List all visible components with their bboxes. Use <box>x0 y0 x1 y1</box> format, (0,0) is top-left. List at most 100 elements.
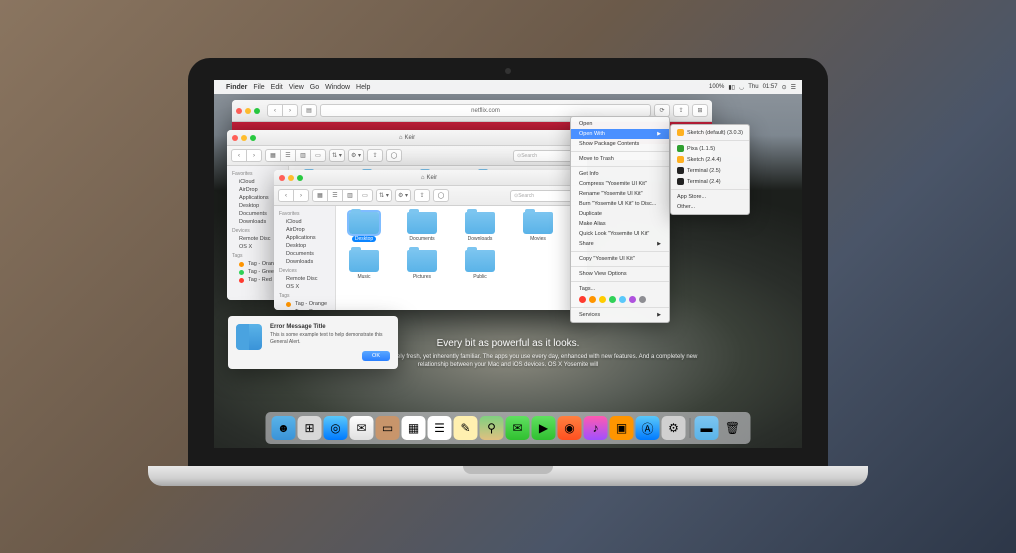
dock-photobooth-icon[interactable]: ◉ <box>558 416 582 440</box>
close-button[interactable] <box>279 175 285 181</box>
ctx-move-trash[interactable]: Move to Trash <box>571 154 669 164</box>
submenu-app[interactable]: Terminal (2.4) <box>671 176 749 187</box>
finder-content[interactable]: Desktop Documents Downloads Movies Music Pict… <box>336 206 584 310</box>
folder-desktop[interactable]: Desktop <box>342 212 386 242</box>
forward-button[interactable]: › <box>293 189 309 202</box>
menubar-time[interactable]: 01:57 <box>763 84 778 90</box>
tag-color-dot[interactable] <box>589 296 596 303</box>
notification-center-icon[interactable]: ☰ <box>791 84 796 91</box>
dock-folder-icon[interactable]: ▬ <box>695 416 719 440</box>
dock-launchpad-icon[interactable]: ⊞ <box>298 416 322 440</box>
tag-color-dot[interactable] <box>579 296 586 303</box>
share-button[interactable]: ⇪ <box>673 104 689 117</box>
view-column-button[interactable]: ▥ <box>295 149 311 162</box>
close-button[interactable] <box>236 108 242 114</box>
menu-edit[interactable]: Edit <box>271 84 283 91</box>
dock-messages-icon[interactable]: ✉ <box>506 416 530 440</box>
arrange-button[interactable]: ⇅ ▾ <box>376 189 392 202</box>
back-button[interactable]: ‹ <box>231 149 247 162</box>
submenu-app-store[interactable]: App Store... <box>671 192 749 202</box>
tag-color-dot[interactable] <box>639 296 646 303</box>
sidebar-item-downloads[interactable]: Downloads <box>274 258 335 266</box>
dock-appstore-icon[interactable]: Ⓐ <box>636 416 660 440</box>
arrange-button[interactable]: ⇅ ▾ <box>329 149 345 162</box>
battery-icon[interactable]: ▮▯ <box>728 84 735 91</box>
dock-notes-icon[interactable]: ✎ <box>454 416 478 440</box>
dock-itunes-icon[interactable]: ♪ <box>584 416 608 440</box>
sidebar-tag-orange[interactable]: Tag - Orange <box>274 300 335 308</box>
view-coverflow-button[interactable]: ▭ <box>310 149 326 162</box>
view-list-button[interactable]: ☰ <box>327 189 343 202</box>
forward-button[interactable]: › <box>246 149 262 162</box>
sidebar-toggle-button[interactable]: ▤ <box>301 104 317 117</box>
ok-button[interactable]: OK <box>362 351 390 361</box>
sidebar-item-airdrop[interactable]: AirDrop <box>274 226 335 234</box>
dock-contacts-icon[interactable]: ▭ <box>376 416 400 440</box>
sidebar-tag-green[interactable]: Tag - Green <box>274 308 335 310</box>
dock-safari-icon[interactable]: ◎ <box>324 416 348 440</box>
menu-help[interactable]: Help <box>356 84 370 91</box>
dock-calendar-icon[interactable]: ▦ <box>402 416 426 440</box>
ctx-duplicate[interactable]: Duplicate <box>571 209 669 219</box>
ctx-show-package[interactable]: Show Package Contents <box>571 139 669 149</box>
folder-pictures[interactable]: Pictures <box>400 250 444 280</box>
tabs-button[interactable]: ⊞ <box>692 104 708 117</box>
folder-music[interactable]: Music <box>342 250 386 280</box>
sidebar-item-icloud[interactable]: iCloud <box>274 218 335 226</box>
folder-documents[interactable]: Documents <box>400 212 444 242</box>
ctx-services[interactable]: Services▶ <box>571 310 669 320</box>
share-button[interactable]: ⇪ <box>414 189 430 202</box>
view-list-button[interactable]: ☰ <box>280 149 296 162</box>
back-button[interactable]: ‹ <box>267 104 283 117</box>
submenu-app[interactable]: Terminal (2.5) <box>671 165 749 176</box>
back-button[interactable]: ‹ <box>278 189 294 202</box>
tag-color-dot[interactable] <box>609 296 616 303</box>
minimize-button[interactable] <box>288 175 294 181</box>
tags-button[interactable]: ◯ <box>386 149 402 162</box>
view-column-button[interactable]: ▥ <box>342 189 358 202</box>
wifi-icon[interactable]: ◡ <box>739 84 744 91</box>
tag-color-dot[interactable] <box>599 296 606 303</box>
menu-window[interactable]: Window <box>325 84 350 91</box>
share-button[interactable]: ⇪ <box>367 149 383 162</box>
dock-preferences-icon[interactable]: ⚙ <box>662 416 686 440</box>
ctx-compress[interactable]: Compress "Yosemite UI Kit" <box>571 179 669 189</box>
folder-downloads[interactable]: Downloads <box>458 212 502 242</box>
submenu-default-app[interactable]: Sketch (default) (3.0.3) <box>671 127 749 138</box>
ctx-view-options[interactable]: Show View Options <box>571 269 669 279</box>
sidebar-item-desktop[interactable]: Desktop <box>274 242 335 250</box>
dock-ibooks-icon[interactable]: ▣ <box>610 416 634 440</box>
ctx-burn[interactable]: Burn "Yosemite UI Kit" to Disc... <box>571 199 669 209</box>
action-button[interactable]: ⚙ ▾ <box>348 149 364 162</box>
tags-button[interactable]: ◯ <box>433 189 449 202</box>
ctx-make-alias[interactable]: Make Alias <box>571 219 669 229</box>
sidebar-item-applications[interactable]: Applications <box>274 234 335 242</box>
ctx-open-with[interactable]: Open With▶ <box>571 129 669 139</box>
dock-finder-icon[interactable]: ☻ <box>272 416 296 440</box>
sidebar-item-osx[interactable]: OS X <box>274 283 335 291</box>
folder-public[interactable]: Public <box>458 250 502 280</box>
menubar-day[interactable]: Thu <box>748 84 758 90</box>
ctx-rename[interactable]: Rename "Yosemite UI Kit" <box>571 189 669 199</box>
maximize-button[interactable] <box>297 175 303 181</box>
menu-go[interactable]: Go <box>310 84 319 91</box>
dock-reminders-icon[interactable]: ☰ <box>428 416 452 440</box>
menu-file[interactable]: File <box>253 84 264 91</box>
view-coverflow-button[interactable]: ▭ <box>357 189 373 202</box>
dock-maps-icon[interactable]: ⚲ <box>480 416 504 440</box>
minimize-button[interactable] <box>245 108 251 114</box>
submenu-other[interactable]: Other... <box>671 202 749 212</box>
ctx-share[interactable]: Share▶ <box>571 239 669 249</box>
tag-color-dot[interactable] <box>629 296 636 303</box>
dock-facetime-icon[interactable]: ▶ <box>532 416 556 440</box>
folder-movies[interactable]: Movies <box>516 212 560 242</box>
ctx-copy[interactable]: Copy "Yosemite UI Kit" <box>571 254 669 264</box>
ctx-open[interactable]: Open <box>571 119 669 129</box>
ctx-get-info[interactable]: Get Info <box>571 169 669 179</box>
tag-color-dot[interactable] <box>619 296 626 303</box>
submenu-app[interactable]: Sketch (2.4.4) <box>671 154 749 165</box>
sidebar-item-documents[interactable]: Documents <box>274 250 335 258</box>
action-button[interactable]: ⚙ ▾ <box>395 189 411 202</box>
submenu-app[interactable]: Pixa (1.1.5) <box>671 143 749 154</box>
ctx-quick-look[interactable]: Quick Look "Yosemite UI Kit" <box>571 229 669 239</box>
